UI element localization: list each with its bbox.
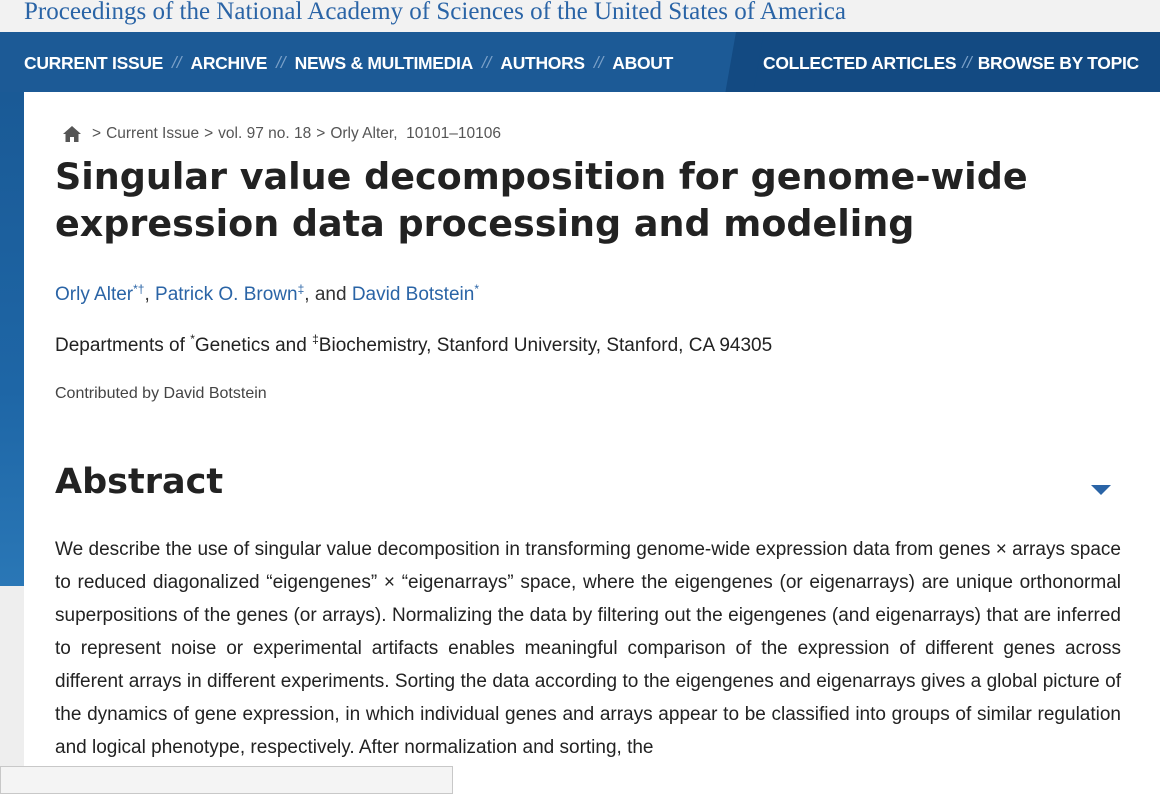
breadcrumb-current-issue[interactable]: Current Issue: [106, 125, 199, 143]
breadcrumb-separator: >: [316, 125, 326, 142]
affiliation-prefix: Departments of: [55, 335, 185, 356]
abstract-heading: Abstract: [55, 462, 224, 502]
author-link[interactable]: David Botstein: [352, 284, 475, 305]
abstract-text: We describe the use of singular value de…: [55, 539, 1121, 758]
home-icon[interactable]: [62, 125, 82, 143]
nav-browse-by-topic[interactable]: BROWSE BY TOPIC: [978, 53, 1139, 74]
affiliation-rest: Biochemistry, Stanford University, Stanf…: [318, 335, 773, 356]
affiliation-mark: ‡: [312, 332, 319, 346]
nav-news-multimedia[interactable]: NEWS & MULTIMEDIA: [295, 53, 474, 74]
author-link[interactable]: Orly Alter: [55, 284, 133, 305]
status-overlay-bar: [0, 766, 453, 794]
nav-current-issue[interactable]: CURRENT ISSUE: [24, 53, 163, 74]
nav-archive[interactable]: ARCHIVE: [190, 53, 267, 74]
nav-authors[interactable]: AUTHORS: [500, 53, 585, 74]
journal-title[interactable]: Proceedings of the National Academy of S…: [24, 0, 846, 26]
article-title: Singular value decomposition for genome-…: [55, 155, 1028, 245]
breadcrumb: > Current Issue > vol. 97 no. 18 > Orly …: [62, 124, 501, 144]
affiliation: Departments of *Genetics and ‡Biochemist…: [55, 332, 772, 356]
breadcrumb-separator: >: [204, 125, 214, 142]
nav-about[interactable]: ABOUT: [612, 53, 673, 74]
author-marks: *†: [133, 282, 145, 296]
author-separator: , and: [304, 284, 347, 305]
breadcrumb-volume[interactable]: vol. 97 no. 18: [218, 125, 311, 143]
affiliation-dept: Genetics and: [194, 335, 307, 356]
author-separator: ,: [144, 284, 150, 305]
author-list: Orly Alter*†, Patrick O. Brown‡, and Dav…: [55, 282, 479, 306]
nav-collected-articles[interactable]: COLLECTED ARTICLES: [763, 53, 957, 74]
nav-separator: //: [276, 53, 286, 72]
nav-separator: //: [481, 53, 492, 72]
breadcrumb-author-pages: Orly Alter, 10101–10106: [330, 125, 501, 142]
nav-secondary: COLLECTED ARTICLES // BROWSE BY TOPIC: [763, 52, 1139, 74]
nav-separator: //: [593, 53, 604, 72]
author-link[interactable]: Patrick O. Brown: [155, 284, 298, 305]
author-marks: *: [474, 282, 479, 296]
contributed-by: Contributed by David Botstein: [55, 385, 267, 402]
chevron-down-icon[interactable]: [1089, 481, 1113, 497]
nav-separator: //: [962, 53, 972, 72]
nav-separator: //: [172, 53, 182, 72]
nav-primary: CURRENT ISSUE // ARCHIVE // NEWS & MULTI…: [24, 52, 673, 74]
breadcrumb-separator: >: [92, 125, 102, 142]
